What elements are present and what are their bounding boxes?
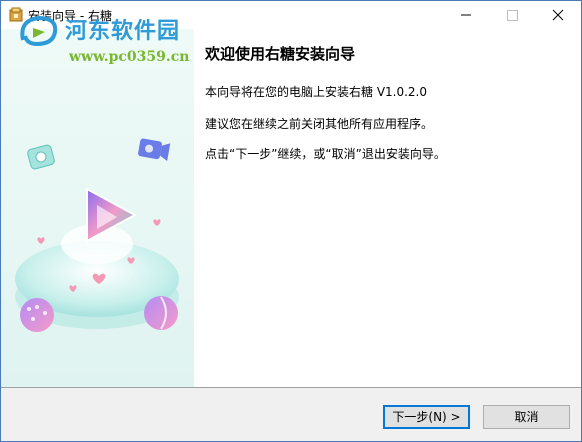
next-button[interactable]: 下一步(N) > bbox=[383, 405, 470, 429]
maximize-icon[interactable] bbox=[489, 1, 535, 29]
watermark-url: www.pc0359.cn bbox=[69, 49, 190, 65]
welcome-heading: 欢迎使用右糖安装向导 bbox=[205, 45, 356, 63]
welcome-illustration bbox=[15, 138, 179, 332]
instruction-text: 点击“下一步”继续，或“取消”退出安装向导。 bbox=[205, 147, 446, 161]
watermark-logo bbox=[20, 15, 58, 47]
close-apps-advice: 建议您在继续之前关闭其他所有应用程序。 bbox=[205, 117, 434, 131]
install-description: 本向导将在您的电脑上安装右糖 V1.0.2.0 bbox=[205, 85, 428, 99]
cancel-button[interactable]: 取消 bbox=[483, 405, 570, 429]
footer-divider bbox=[1, 387, 581, 388]
minimize-icon[interactable] bbox=[443, 1, 489, 29]
side-illustration bbox=[1, 29, 194, 387]
installer-window: 安装向导 - 右糖 河东软件园 www.pc0359.cn 欢迎使用右糖安装向导… bbox=[0, 0, 582, 442]
watermark-name: 河东软件园 bbox=[65, 18, 181, 44]
close-icon[interactable] bbox=[535, 1, 581, 29]
welcome-content: 欢迎使用右糖安装向导 本向导将在您的电脑上安装右糖 V1.0.2.0 建议您在继… bbox=[194, 29, 581, 387]
